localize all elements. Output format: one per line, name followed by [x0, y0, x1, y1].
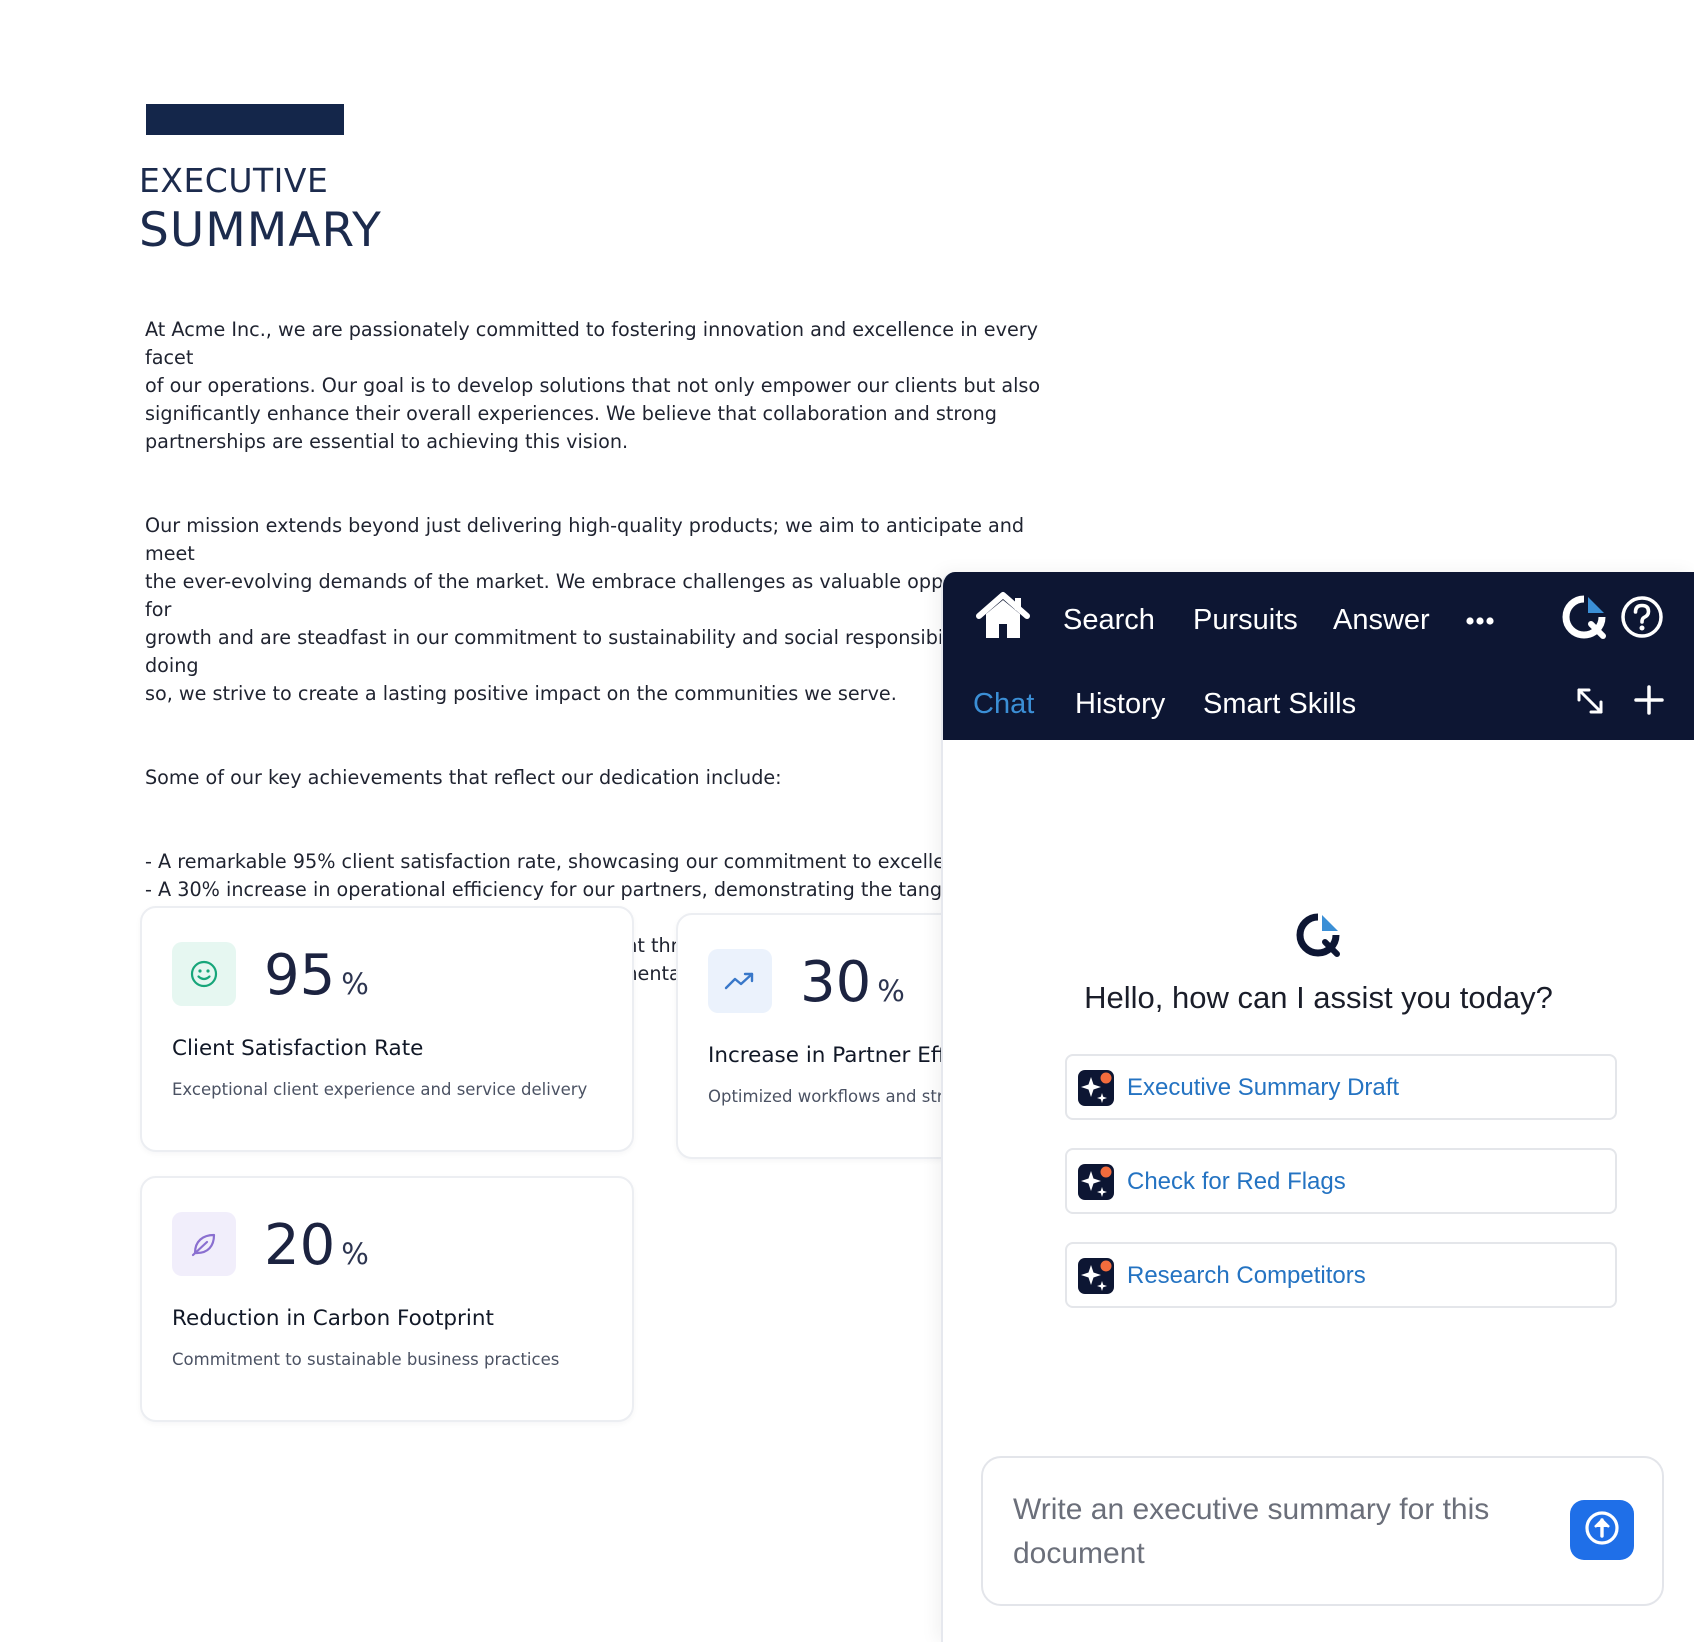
panel-nav: Search Pursuits Answer Chat History Smar… [943, 572, 1694, 740]
skill-label: Check for Red Flags [1127, 1168, 1346, 1195]
stat-subtitle: Optimized workflows and strea [708, 1087, 964, 1106]
paragraph-mission: Our mission extends beyond just deliveri… [145, 514, 1035, 705]
assistant-logo-icon [1295, 912, 1341, 962]
paragraph-intro: At Acme Inc., we are passionately commit… [145, 318, 1041, 453]
tab-chat[interactable]: Chat [973, 690, 1034, 719]
help-icon[interactable] [1619, 594, 1665, 644]
skill-research-competitors[interactable]: Research Competitors [1065, 1242, 1617, 1308]
document-title: EXECUTIVE SUMMARY [139, 164, 382, 254]
skill-label: Executive Summary Draft [1127, 1074, 1400, 1101]
send-button[interactable] [1570, 1500, 1634, 1560]
tab-smart-skills[interactable]: Smart Skills [1203, 690, 1356, 719]
skill-executive-summary-draft[interactable]: Executive Summary Draft [1065, 1054, 1617, 1120]
smile-icon [172, 942, 236, 1006]
stat-value: 95% [264, 943, 369, 1008]
nav-answer[interactable]: Answer [1333, 606, 1430, 635]
stat-value: 20% [264, 1213, 369, 1278]
sparkle-icon [1077, 1257, 1115, 1299]
sparkle-icon [1077, 1163, 1115, 1205]
chat-composer[interactable]: Write an executive summary for this docu… [981, 1456, 1664, 1606]
skill-label: Research Competitors [1127, 1262, 1366, 1289]
title-line-2: SUMMARY [139, 203, 382, 258]
assistant-panel: Search Pursuits Answer Chat History Smar… [941, 572, 1694, 1642]
stat-subtitle: Commitment to sustainable business pract… [172, 1350, 560, 1369]
new-chat-plus-icon[interactable] [1633, 684, 1665, 720]
leaf-icon [172, 1212, 236, 1276]
trending-up-icon [708, 949, 772, 1013]
nav-search[interactable]: Search [1063, 606, 1155, 635]
stat-card-carbon: 20% Reduction in Carbon Footprint Commit… [140, 1176, 634, 1422]
stat-title: Client Satisfaction Rate [172, 1036, 424, 1061]
sparkle-icon [1077, 1069, 1115, 1111]
tab-history[interactable]: History [1075, 690, 1165, 719]
more-icon[interactable] [1465, 612, 1495, 631]
stat-subtitle: Exceptional client experience and servic… [172, 1080, 588, 1099]
nav-pursuits[interactable]: Pursuits [1193, 606, 1298, 635]
stat-title: Increase in Partner Effic [708, 1043, 964, 1068]
composer-input[interactable]: Write an executive summary for this docu… [1013, 1488, 1553, 1576]
stat-value: 30% [800, 950, 905, 1015]
home-icon[interactable] [973, 590, 1033, 646]
stat-card-satisfaction: 95% Client Satisfaction Rate Exceptional… [140, 906, 634, 1152]
greeting-text: Hello, how can I assist you today? [1084, 980, 1553, 1015]
paragraph-achievements-intro: Some of our key achievements that reflec… [145, 766, 782, 789]
expand-icon[interactable] [1575, 686, 1605, 720]
skill-check-for-red-flags[interactable]: Check for Red Flags [1065, 1148, 1617, 1214]
upload-arrow-icon [1582, 1508, 1622, 1552]
brand-logo-icon[interactable] [1561, 594, 1607, 644]
document-header-bar [146, 104, 344, 135]
title-line-1: EXECUTIVE [139, 161, 329, 200]
stat-title: Reduction in Carbon Footprint [172, 1306, 494, 1331]
